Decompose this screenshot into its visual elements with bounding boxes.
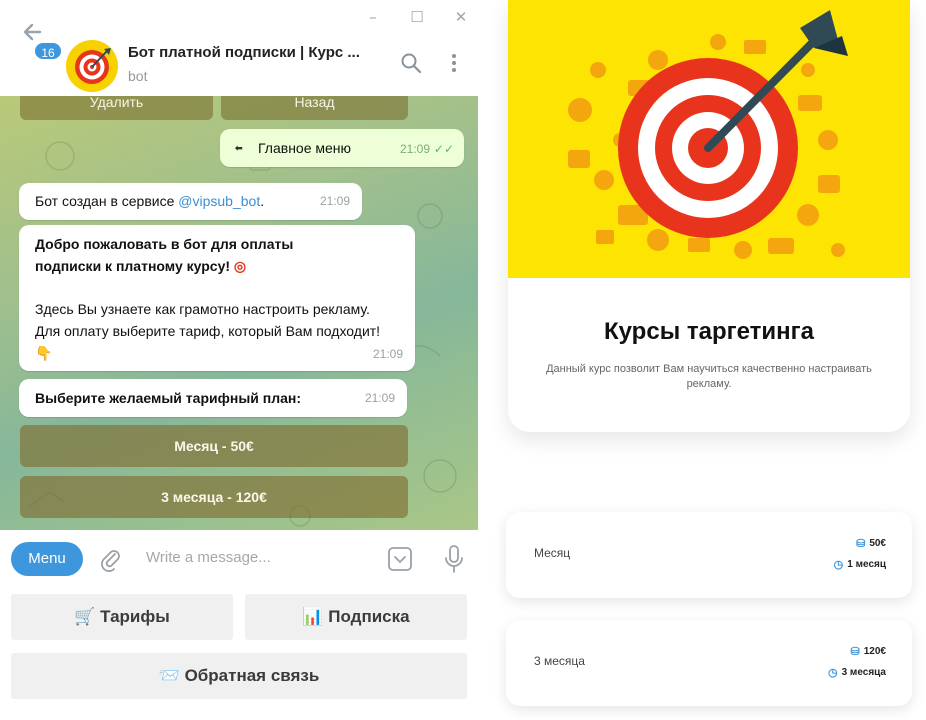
back-arrow-icon: ⬅ [235,143,243,153]
choose-plan-text: Выберите желаемый тарифный план: [35,390,302,406]
subscription-button[interactable]: 📊 Подписка [245,594,467,640]
clock-icon: ◷ [833,559,844,571]
plan-name: 3 месяца [534,654,585,668]
microphone-icon[interactable] [443,544,465,574]
chat-subtitle: bot [128,68,148,84]
welcome-message: Добро пожаловать в бот для оплаты подпис… [19,225,415,371]
target-icon [75,48,111,84]
close-button[interactable]: ✕ [450,6,472,28]
target-emoji-icon: ◎ [233,258,247,274]
outgoing-message: ⬅ Главное меню 21:09 ✓✓ [220,129,464,167]
plan-duration: 3 месяца [841,667,886,678]
course-banner [508,0,910,278]
course-title: Курсы таргетинга [604,318,814,345]
search-icon[interactable] [400,52,422,74]
plan-card-3-months[interactable]: 3 месяца ⛁ 120€ ◷ 3 месяца [506,620,912,706]
chat-area[interactable]: Удалить Назад ⬅ Главное меню 21:09 ✓✓ Бо… [0,96,478,530]
bot-avatar[interactable] [66,40,118,92]
message-input-bar: Menu Write a message... [0,530,478,588]
menu-button[interactable]: Menu [11,542,83,576]
plan-duration: 1 месяц [847,559,886,570]
coins-icon: ⛁ [850,646,860,658]
main-menu-text: Главное меню [258,140,352,156]
message-input[interactable]: Write a message... [146,549,271,566]
plan-name: Месяц [534,546,571,560]
minimize-button[interactable]: – [362,6,384,28]
welcome-body: Здесь Вы узнаете как грамотно настроить … [35,301,381,339]
target-illustration-icon [568,10,848,259]
feedback-button[interactable]: 📨 Обратная связь [11,653,467,699]
message-time: 21:09 [372,347,403,361]
subscription-label: Подписка [328,607,410,626]
plan-price: 50€ [869,538,886,549]
tariffs-label: Тарифы [100,607,170,626]
plan-month-button[interactable]: Месяц - 50€ [20,425,408,467]
delete-button[interactable]: Удалить [20,96,213,120]
choose-plan-message: Выберите желаемый тарифный план: 21:09 [19,379,407,417]
title-bar: – ☐ ✕ [0,0,478,34]
message-time: 21:09 [364,391,395,405]
created-prefix: Бот создан в сервисе [35,193,179,209]
more-options-icon[interactable] [443,52,465,74]
maximize-button[interactable]: ☐ [406,6,428,28]
service-message: Бот создан в сервисе @vipsub_bot. 21:09 [19,183,362,220]
envelope-icon: 📨 [158,666,180,685]
unread-badge: 16 [33,41,63,61]
cart-icon: 🛒 [74,607,96,626]
vipsub-bot-link[interactable]: @vipsub_bot [178,193,260,209]
clock-icon: ◷ [827,667,838,679]
telegram-window: – ☐ ✕ 16 Бот платной подписки | Курс ...… [0,0,478,720]
feedback-label: Обратная связь [184,666,320,685]
back-button[interactable]: Назад [221,96,408,120]
attach-icon[interactable] [98,547,124,573]
course-description: Данный курс позволит Вам научиться качес… [546,363,872,390]
course-card: Курсы таргетинга Данный курс позволит Ва… [508,0,910,432]
chat-title[interactable]: Бот платной подписки | Курс ... [128,44,360,61]
tariffs-button[interactable]: 🛒 Тарифы [11,594,233,640]
bar-chart-icon: 📊 [302,607,324,626]
bot-keyboard-icon[interactable] [387,546,413,572]
read-checkmarks-icon: ✓✓ [433,142,454,156]
plan-price: 120€ [863,646,886,657]
plan-card-month[interactable]: Месяц ⛁ 50€ ◷ 1 месяц [506,512,912,598]
plan-3-months-button[interactable]: 3 месяца - 120€ [20,476,408,518]
welcome-heading: Добро пожаловать в бот для оплаты подпис… [35,236,294,274]
created-suffix: . [260,193,265,209]
message-time: 21:09 [399,142,430,156]
message-time: 21:09 [319,194,350,208]
coins-icon: ⛁ [856,538,866,550]
pointing-down-emoji-icon: 👇 [35,345,53,361]
